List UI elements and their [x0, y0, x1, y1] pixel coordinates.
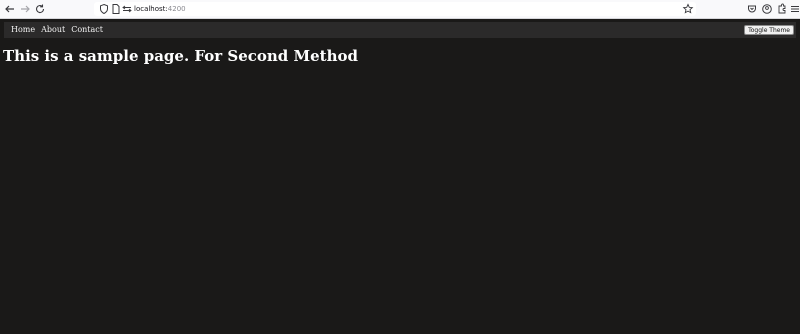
address-bar[interactable]: localhost:4200	[94, 2, 696, 16]
navbar: Home About Contact Toggle Theme	[4, 22, 796, 38]
reload-button[interactable]	[34, 3, 46, 15]
nav-link-home[interactable]: Home	[11, 22, 35, 38]
reload-icon	[36, 4, 45, 14]
menu-icon[interactable]	[789, 3, 800, 15]
extensions-icon[interactable]	[776, 3, 788, 15]
arrow-right-icon	[21, 5, 30, 13]
nav-link-about[interactable]: About	[41, 22, 65, 38]
shield-icon[interactable]	[98, 3, 110, 15]
toggle-theme-button[interactable]: Toggle Theme	[744, 25, 794, 35]
url-text[interactable]: localhost:4200	[134, 2, 186, 16]
permissions-icon[interactable]	[121, 3, 133, 15]
nav-links: Home About Contact	[11, 22, 103, 38]
account-icon[interactable]	[761, 3, 773, 15]
back-button[interactable]	[4, 3, 16, 15]
page-heading: This is a sample page. For Second Method	[3, 47, 358, 65]
browser-toolbar: localhost:4200	[0, 0, 800, 19]
url-host: localhost:	[134, 5, 168, 13]
pocket-icon[interactable]	[746, 3, 758, 15]
page-content: Home About Contact Toggle Theme This is …	[0, 19, 800, 334]
forward-button[interactable]	[19, 3, 31, 15]
nav-link-contact[interactable]: Contact	[71, 22, 103, 38]
arrow-left-icon	[5, 5, 14, 13]
star-icon[interactable]	[682, 3, 694, 15]
url-port: 4200	[167, 5, 186, 13]
